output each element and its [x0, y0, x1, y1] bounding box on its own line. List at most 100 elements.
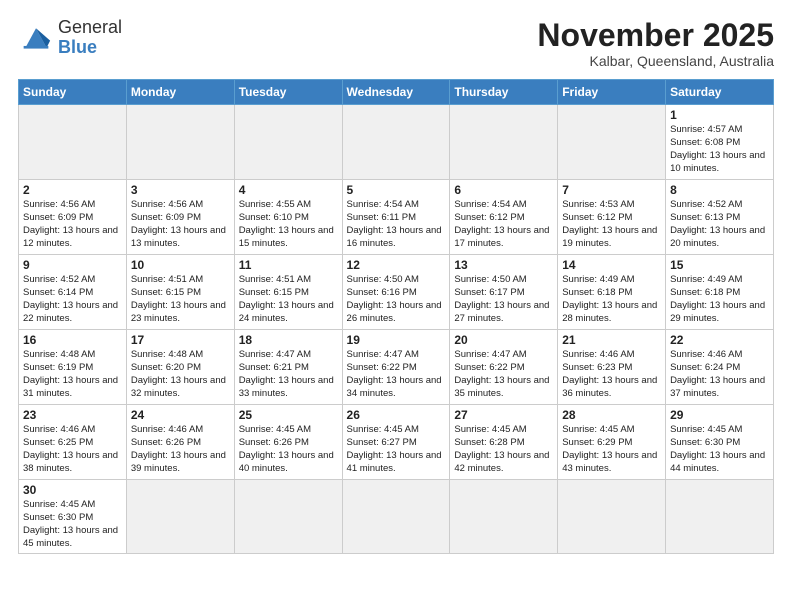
day-cell: 21Sunrise: 4:46 AM Sunset: 6:23 PM Dayli… [558, 330, 666, 405]
day-cell [126, 480, 234, 554]
day-info: Sunrise: 4:52 AM Sunset: 6:13 PM Dayligh… [670, 199, 769, 250]
week-row-1: 1 Sunrise: 4:57 AM Sunset: 6:08 PM Daylig… [19, 105, 774, 180]
day-info: Sunrise: 4:47 AM Sunset: 6:22 PM Dayligh… [454, 349, 553, 400]
week-row-last: 30Sunrise: 4:45 AM Sunset: 6:30 PM Dayli… [19, 480, 774, 554]
day-cell [558, 105, 666, 180]
day-cell: 20 Sunrise: 4:47 AM Sunset: 6:22 PM Dayli… [450, 330, 558, 405]
day-info: Sunrise: 4:49 AM Sunset: 6:18 PM Dayligh… [670, 274, 769, 325]
day-cell: 24Sunrise: 4:46 AM Sunset: 6:26 PM Dayli… [126, 405, 234, 480]
day-number: 19 [347, 333, 446, 347]
day-info: Sunrise: 4:50 AM Sunset: 6:17 PM Dayligh… [454, 274, 553, 325]
day-cell: 23 Sunrise: 4:46 AM Sunset: 6:25 PM Dayli… [19, 405, 127, 480]
day-number: 26 [347, 408, 446, 422]
header-sunday: Sunday [19, 80, 127, 105]
day-number: 10 [131, 258, 230, 272]
day-number: 29 [670, 408, 769, 422]
day-cell [450, 105, 558, 180]
header-monday: Monday [126, 80, 234, 105]
day-info: Sunrise: 4:48 AM Sunset: 6:19 PM Dayligh… [23, 349, 122, 400]
day-number: 7 [562, 183, 661, 197]
page: General Blue November 2025 Kalbar, Queen… [0, 0, 792, 612]
day-info: Sunrise: 4:56 AM Sunset: 6:09 PM Dayligh… [23, 199, 122, 250]
day-cell: 7 Sunrise: 4:53 AM Sunset: 6:12 PM Daylig… [558, 180, 666, 255]
day-cell: 28 Sunrise: 4:45 AM Sunset: 6:29 PM Dayli… [558, 405, 666, 480]
day-cell: 30Sunrise: 4:45 AM Sunset: 6:30 PM Dayli… [19, 480, 127, 554]
day-cell: 8 Sunrise: 4:52 AM Sunset: 6:13 PM Daylig… [666, 180, 774, 255]
day-number: 28 [562, 408, 661, 422]
day-cell: 15 Sunrise: 4:49 AM Sunset: 6:18 PM Dayli… [666, 255, 774, 330]
day-cell: 17 Sunrise: 4:48 AM Sunset: 6:20 PM Dayli… [126, 330, 234, 405]
header-thursday: Thursday [450, 80, 558, 105]
day-number: 8 [670, 183, 769, 197]
day-cell [342, 480, 450, 554]
header-tuesday: Tuesday [234, 80, 342, 105]
day-info: Sunrise: 4:46 AM Sunset: 6:25 PM Dayligh… [23, 424, 122, 475]
day-info: Sunrise: 4:46 AM Sunset: 6:26 PM Dayligh… [131, 424, 230, 475]
day-number: 16 [23, 333, 122, 347]
day-info: Sunrise: 4:52 AM Sunset: 6:14 PM Dayligh… [23, 274, 122, 325]
day-number: 2 [23, 183, 122, 197]
day-info: Sunrise: 4:45 AM Sunset: 6:30 PM Dayligh… [670, 424, 769, 475]
day-cell: 27 Sunrise: 4:45 AM Sunset: 6:28 PM Dayli… [450, 405, 558, 480]
day-number: 18 [239, 333, 338, 347]
day-info: Sunrise: 4:56 AM Sunset: 6:09 PM Dayligh… [131, 199, 230, 250]
day-number: 5 [347, 183, 446, 197]
day-info: Sunrise: 4:45 AM Sunset: 6:29 PM Dayligh… [562, 424, 661, 475]
header-row: Sunday Monday Tuesday Wednesday Thursday… [19, 80, 774, 105]
week-row-5: 23 Sunrise: 4:46 AM Sunset: 6:25 PM Dayli… [19, 405, 774, 480]
day-info: Sunrise: 4:55 AM Sunset: 6:10 PM Dayligh… [239, 199, 338, 250]
day-cell [234, 480, 342, 554]
day-number: 3 [131, 183, 230, 197]
calendar-header: Sunday Monday Tuesday Wednesday Thursday… [19, 80, 774, 105]
day-info: Sunrise: 4:47 AM Sunset: 6:21 PM Dayligh… [239, 349, 338, 400]
day-number: 20 [454, 333, 553, 347]
day-number: 25 [239, 408, 338, 422]
day-info: Sunrise: 4:51 AM Sunset: 6:15 PM Dayligh… [131, 274, 230, 325]
day-number: 27 [454, 408, 553, 422]
day-cell: 29 Sunrise: 4:45 AM Sunset: 6:30 PM Dayli… [666, 405, 774, 480]
day-number: 21 [562, 333, 661, 347]
day-info: Sunrise: 4:53 AM Sunset: 6:12 PM Dayligh… [562, 199, 661, 250]
day-cell [558, 480, 666, 554]
day-cell [126, 105, 234, 180]
week-row-3: 9Sunrise: 4:52 AM Sunset: 6:14 PM Daylig… [19, 255, 774, 330]
day-number: 12 [347, 258, 446, 272]
day-cell: 26Sunrise: 4:45 AM Sunset: 6:27 PM Dayli… [342, 405, 450, 480]
day-info: Sunrise: 4:45 AM Sunset: 6:28 PM Dayligh… [454, 424, 553, 475]
day-cell [234, 105, 342, 180]
header-wednesday: Wednesday [342, 80, 450, 105]
day-info: Sunrise: 4:51 AM Sunset: 6:15 PM Dayligh… [239, 274, 338, 325]
day-info: Sunrise: 4:48 AM Sunset: 6:20 PM Dayligh… [131, 349, 230, 400]
day-number: 15 [670, 258, 769, 272]
day-cell [19, 105, 127, 180]
logo: General Blue [18, 18, 122, 58]
day-cell [666, 480, 774, 554]
day-cell: 2 Sunrise: 4:56 AM Sunset: 6:09 PM Daylig… [19, 180, 127, 255]
day-cell: 13Sunrise: 4:50 AM Sunset: 6:17 PM Dayli… [450, 255, 558, 330]
day-cell: 5Sunrise: 4:54 AM Sunset: 6:11 PM Daylig… [342, 180, 450, 255]
day-number: 23 [23, 408, 122, 422]
calendar-table: Sunday Monday Tuesday Wednesday Thursday… [18, 79, 774, 554]
day-info: Sunrise: 4:47 AM Sunset: 6:22 PM Dayligh… [347, 349, 446, 400]
day-cell: 12Sunrise: 4:50 AM Sunset: 6:16 PM Dayli… [342, 255, 450, 330]
calendar-body: 1 Sunrise: 4:57 AM Sunset: 6:08 PM Daylig… [19, 105, 774, 554]
day-info: Sunrise: 4:45 AM Sunset: 6:30 PM Dayligh… [23, 499, 122, 550]
day-number: 17 [131, 333, 230, 347]
day-cell: 3 Sunrise: 4:56 AM Sunset: 6:09 PM Daylig… [126, 180, 234, 255]
header: General Blue November 2025 Kalbar, Queen… [18, 18, 774, 69]
week-row-2: 2 Sunrise: 4:56 AM Sunset: 6:09 PM Daylig… [19, 180, 774, 255]
day-cell: 18 Sunrise: 4:47 AM Sunset: 6:21 PM Dayli… [234, 330, 342, 405]
day-cell: 16 Sunrise: 4:48 AM Sunset: 6:19 PM Dayli… [19, 330, 127, 405]
day-cell: 25 Sunrise: 4:45 AM Sunset: 6:26 PM Dayli… [234, 405, 342, 480]
day-info: Sunrise: 4:57 AM Sunset: 6:08 PM Dayligh… [670, 124, 769, 175]
day-number: 1 [670, 108, 769, 122]
day-cell: 22Sunrise: 4:46 AM Sunset: 6:24 PM Dayli… [666, 330, 774, 405]
week-row-4: 16 Sunrise: 4:48 AM Sunset: 6:19 PM Dayli… [19, 330, 774, 405]
day-cell: 10 Sunrise: 4:51 AM Sunset: 6:15 PM Dayli… [126, 255, 234, 330]
day-info: Sunrise: 4:45 AM Sunset: 6:26 PM Dayligh… [239, 424, 338, 475]
day-cell [342, 105, 450, 180]
day-number: 4 [239, 183, 338, 197]
day-cell: 4 Sunrise: 4:55 AM Sunset: 6:10 PM Daylig… [234, 180, 342, 255]
day-cell: 14Sunrise: 4:49 AM Sunset: 6:18 PM Dayli… [558, 255, 666, 330]
day-cell: 9Sunrise: 4:52 AM Sunset: 6:14 PM Daylig… [19, 255, 127, 330]
